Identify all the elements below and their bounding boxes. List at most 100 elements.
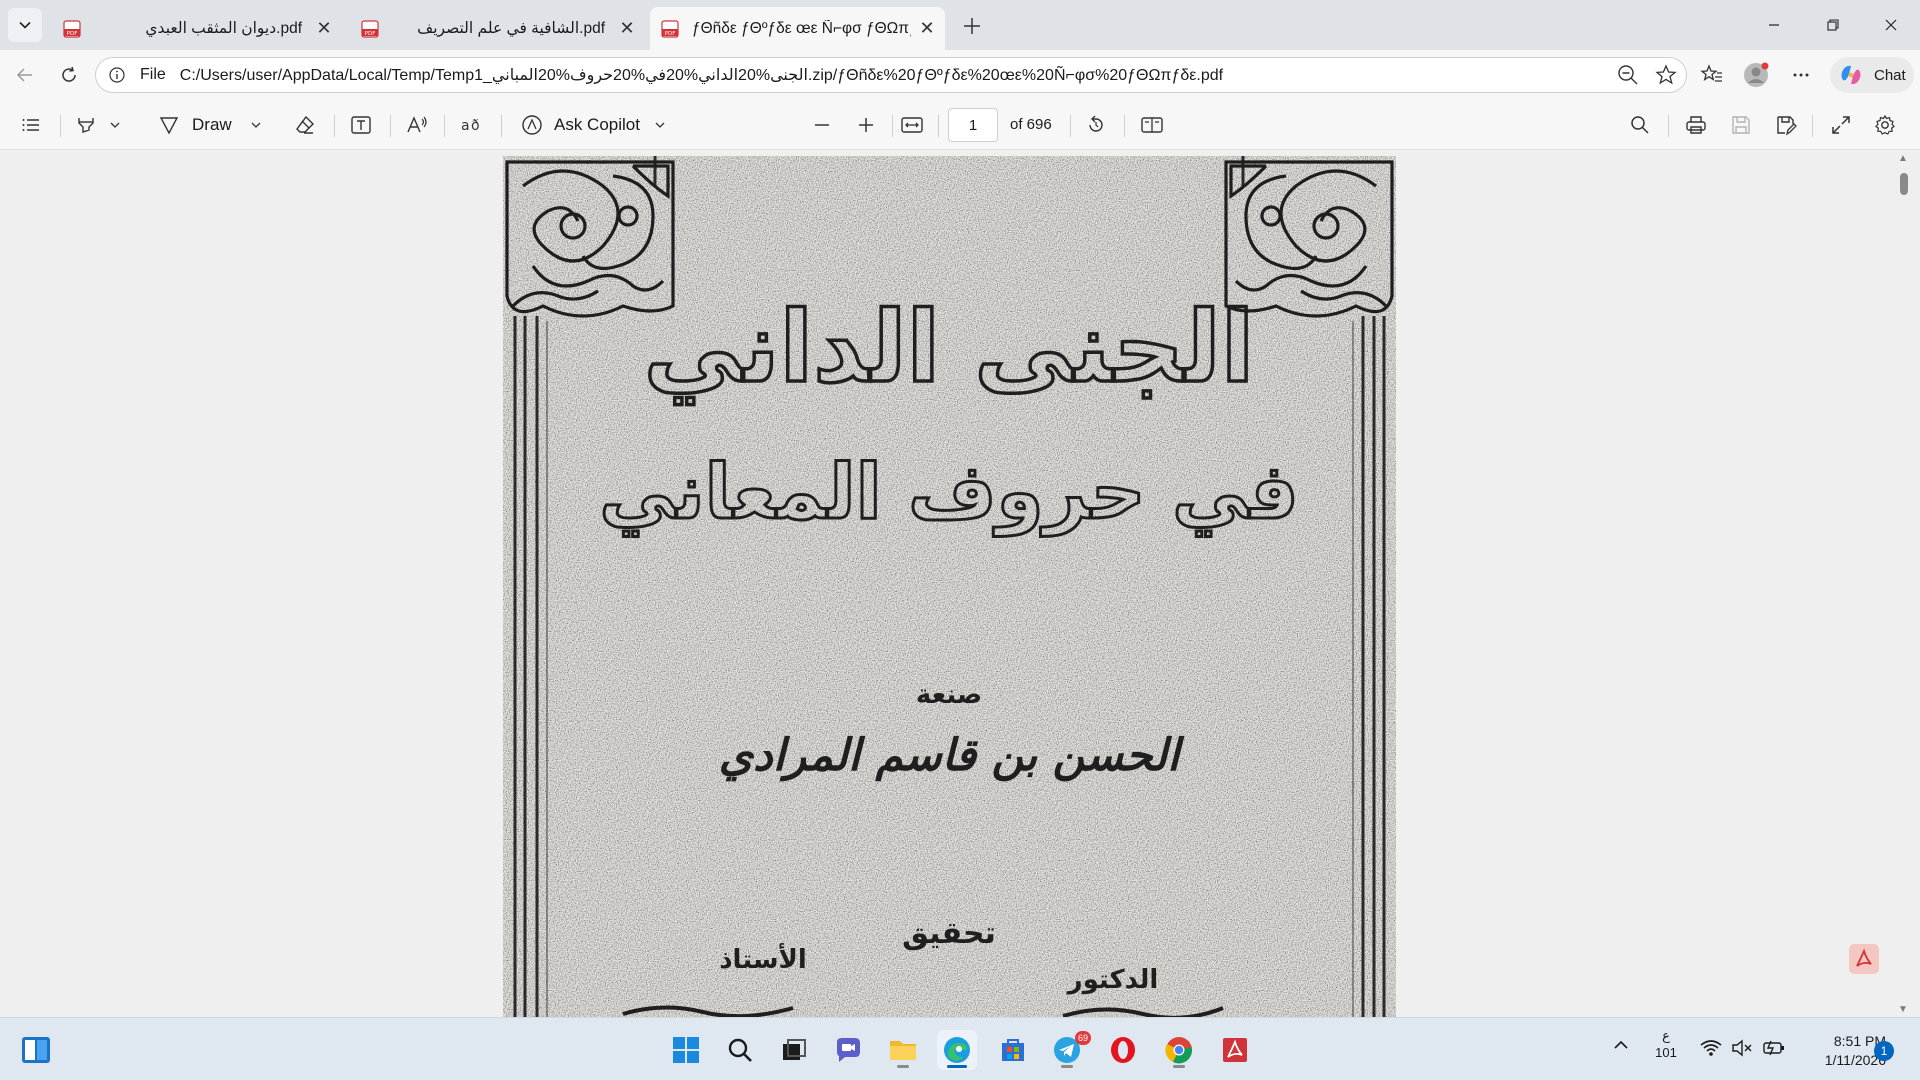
tab-2[interactable]: PDF الشافية في علم التصريف.pdf ✕ [350, 7, 645, 50]
opera-button[interactable] [1103, 1030, 1143, 1070]
store-button[interactable] [993, 1030, 1033, 1070]
address-bar[interactable]: File C:/Users/user/AppData/Local/Temp/Te… [95, 57, 1687, 93]
layout-label: 101 [1655, 1045, 1677, 1060]
opera-icon [1111, 1037, 1135, 1063]
chevron-down-icon[interactable] [250, 119, 262, 131]
draw-button[interactable]: Draw [158, 110, 262, 140]
expand-icon [1832, 116, 1850, 134]
save-as-icon [1777, 116, 1797, 136]
favorite-star-icon[interactable] [1654, 63, 1678, 91]
page-total-label: of 696 [1010, 116, 1052, 133]
save-as-button[interactable] [1775, 110, 1797, 140]
widgets-icon [22, 1037, 50, 1063]
highlight-button[interactable] [75, 110, 121, 140]
close-icon [1885, 19, 1897, 31]
scroll-thumb[interactable] [1900, 173, 1908, 195]
svg-text:PDF: PDF [365, 31, 376, 37]
table-of-contents-button[interactable] [20, 110, 42, 140]
tab-actions-menu-button[interactable] [8, 8, 42, 42]
draw-label: Draw [192, 115, 232, 134]
tab-title: ديوان المثقب العبدي.pdf [145, 20, 302, 37]
fit-to-width-button[interactable] [900, 110, 924, 140]
restore-button[interactable] [1804, 0, 1862, 50]
tab-title: الشافية في علم التصريف.pdf [417, 20, 605, 37]
pdf-viewer[interactable]: الجنى الداني في حروف المعاني صنعة الحسن … [0, 151, 1920, 1017]
open-in-acrobat-button[interactable] [1849, 944, 1879, 974]
rotate-button[interactable] [1085, 110, 1107, 140]
volume-muted-icon[interactable] [1731, 1039, 1753, 1060]
new-tab-button[interactable] [957, 12, 987, 40]
wifi-icon[interactable] [1700, 1039, 1722, 1060]
chrome-button[interactable] [1159, 1030, 1199, 1070]
clock[interactable]: 8:51 PM 1/11/2026 [1790, 1032, 1886, 1070]
erase-button[interactable] [294, 110, 316, 140]
close-window-button[interactable] [1862, 0, 1920, 50]
add-text-button[interactable] [350, 110, 372, 140]
close-icon[interactable]: ✕ [919, 18, 935, 39]
page-number-input[interactable]: 1 [948, 108, 998, 142]
active-indicator [947, 1065, 967, 1068]
zoom-out-button[interactable] [812, 110, 832, 140]
task-view-icon [783, 1039, 806, 1060]
translate-button[interactable]: að [460, 110, 484, 140]
meet-chat-button[interactable] [828, 1030, 868, 1070]
pdf-reader-icon [1223, 1038, 1247, 1062]
favorites-button[interactable] [1697, 60, 1727, 90]
fullscreen-button[interactable] [1830, 110, 1852, 140]
widgets-button[interactable] [16, 1030, 56, 1070]
page-view-button[interactable] [1140, 110, 1164, 140]
clock-date: 1/11/2026 [1824, 1052, 1886, 1068]
notification-badge[interactable]: 1 [1874, 1041, 1894, 1061]
pdf-settings-button[interactable] [1874, 110, 1896, 140]
clock-time: 8:51 PM [1833, 1033, 1886, 1049]
tab-title: ƒΘñδε ƒΘºƒδε œε Ñ⌐φσ ƒΘΩπƒδε [692, 19, 911, 37]
scroll-up-icon[interactable]: ▲ [1898, 153, 1908, 164]
show-hidden-icons-button[interactable] [1612, 1036, 1630, 1057]
highlighter-icon [78, 118, 94, 133]
title-bar: PDF ديوان المثقب العبدي.pdf ✕ PDF الشافي… [0, 0, 1920, 50]
task-view-button[interactable] [774, 1030, 814, 1070]
keyboard-language-indicator[interactable]: ع 101 [1652, 1027, 1680, 1061]
read-aloud-button[interactable] [406, 110, 428, 140]
running-indicator [1173, 1065, 1185, 1068]
close-icon[interactable]: ✕ [619, 18, 635, 39]
pdf-page[interactable]: الجنى الداني في حروف المعاني صنعة الحسن … [503, 156, 1396, 1017]
print-button[interactable] [1685, 110, 1707, 140]
address-bar-row: File C:/Users/user/AppData/Local/Temp/Te… [0, 50, 1920, 100]
zoom-in-button[interactable] [856, 110, 876, 140]
tab-3-active[interactable]: PDF ƒΘñδε ƒΘºƒδε œε Ñ⌐φσ ƒΘΩπƒδε ✕ [650, 7, 945, 50]
settings-more-button[interactable] [1786, 60, 1816, 90]
tab-1[interactable]: PDF ديوان المثقب العبدي.pdf ✕ [52, 7, 342, 50]
battery-icon[interactable] [1762, 1038, 1786, 1061]
minimize-button[interactable] [1745, 0, 1803, 50]
chevron-down-icon [19, 21, 31, 29]
chevron-down-icon[interactable] [109, 119, 121, 131]
chat-label: Chat [1874, 66, 1906, 84]
save-button[interactable] [1730, 110, 1752, 140]
url-text[interactable]: C:/Users/user/AppData/Local/Temp/Temp1_ا… [180, 65, 1570, 85]
rotate-icon [1089, 115, 1103, 132]
zoom-out-icon[interactable] [1616, 63, 1640, 91]
store-icon [1002, 1039, 1024, 1061]
info-icon[interactable] [108, 66, 126, 84]
profile-button[interactable] [1741, 60, 1771, 90]
back-button[interactable] [10, 60, 40, 90]
edge-button[interactable] [937, 1030, 977, 1070]
close-icon[interactable]: ✕ [316, 18, 332, 39]
acrobat-taskbar-button[interactable] [1215, 1030, 1255, 1070]
windows-icon [673, 1037, 699, 1063]
chevron-down-icon[interactable] [654, 119, 666, 131]
editor-left-title: الأستاذ [719, 943, 807, 975]
refresh-button[interactable] [54, 60, 84, 90]
ask-copilot-button[interactable]: Ask Copilot [520, 110, 666, 140]
vertical-scrollbar[interactable]: ▲ ▼ [1894, 151, 1914, 1017]
chat-bubble-icon [837, 1038, 860, 1062]
search-button[interactable] [1629, 110, 1651, 140]
copilot-chat-button[interactable]: Chat [1830, 57, 1914, 93]
read-aloud-icon [407, 116, 427, 133]
file-explorer-button[interactable] [883, 1030, 923, 1070]
telegram-button[interactable]: 69 [1047, 1030, 1091, 1070]
search-taskbar-button[interactable] [720, 1030, 760, 1070]
start-button[interactable] [666, 1030, 706, 1070]
scroll-down-icon[interactable]: ▼ [1898, 1004, 1908, 1015]
